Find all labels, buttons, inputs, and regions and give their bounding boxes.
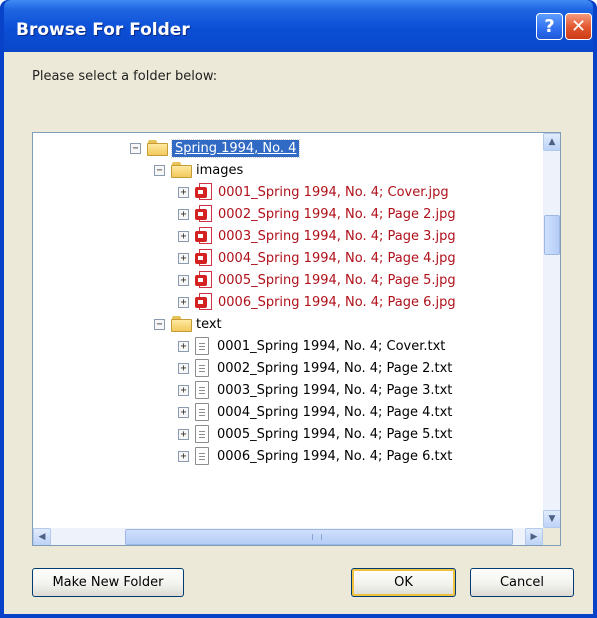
image-file-icon — [195, 293, 213, 311]
collapse-toggle-icon[interactable]: − — [130, 142, 141, 154]
vertical-scroll-thumb[interactable] — [544, 215, 560, 255]
text-file-icon — [195, 337, 209, 355]
file-label[interactable]: 0006_Spring 1994, No. 4; Page 6.txt — [217, 449, 452, 464]
file-label[interactable]: 0005_Spring 1994, No. 4; Page 5.txt — [217, 427, 452, 442]
tree-node-label-selected[interactable]: Spring 1994, No. 4 — [170, 138, 301, 158]
file-label[interactable]: 0001_Spring 1994, No. 4; Cover.txt — [217, 339, 445, 354]
image-file-item[interactable]: +0005_Spring 1994, No. 4; Page 5.jpg — [178, 269, 456, 291]
expand-toggle-icon[interactable]: + — [178, 230, 189, 242]
tree-node-folder[interactable]: − text — [154, 313, 222, 335]
instruction-text: Please select a folder below: — [32, 69, 218, 84]
title-bar[interactable]: Browse For Folder ? ✕ — [4, 0, 593, 52]
expand-toggle-icon[interactable]: + — [178, 340, 189, 352]
scroll-down-button[interactable]: ▼ — [543, 510, 560, 528]
text-file-icon — [195, 381, 209, 399]
image-file-item[interactable]: +0003_Spring 1994, No. 4; Page 3.jpg — [178, 225, 456, 247]
open-folder-icon — [147, 140, 168, 156]
expand-toggle-icon[interactable]: + — [178, 274, 189, 286]
help-button[interactable]: ? — [536, 13, 563, 40]
scroll-right-button[interactable]: ▶ — [525, 528, 543, 545]
make-new-folder-button[interactable]: Make New Folder — [32, 568, 184, 597]
file-label[interactable]: 0005_Spring 1994, No. 4; Page 5.jpg — [218, 273, 456, 288]
file-label[interactable]: 0003_Spring 1994, No. 4; Page 3.txt — [217, 383, 452, 398]
scroll-left-button[interactable]: ◀ — [33, 528, 51, 545]
text-file-item[interactable]: +0006_Spring 1994, No. 4; Page 6.txt — [178, 445, 452, 467]
horizontal-scrollbar[interactable]: ◀ ▶ — [33, 528, 543, 545]
scroll-up-button[interactable]: ▲ — [543, 133, 560, 151]
text-file-icon — [195, 425, 209, 443]
file-label[interactable]: 0002_Spring 1994, No. 4; Page 2.txt — [217, 361, 452, 376]
text-file-item[interactable]: +0001_Spring 1994, No. 4; Cover.txt — [178, 335, 445, 357]
text-file-item[interactable]: +0002_Spring 1994, No. 4; Page 2.txt — [178, 357, 452, 379]
tree-node-root[interactable]: − Spring 1994, No. 4 — [130, 137, 301, 159]
expand-toggle-icon[interactable]: + — [178, 296, 189, 308]
expand-toggle-icon[interactable]: + — [178, 450, 189, 462]
expand-toggle-icon[interactable]: + — [178, 384, 189, 396]
image-file-item[interactable]: +0006_Spring 1994, No. 4; Page 6.jpg — [178, 291, 456, 313]
expand-toggle-icon[interactable]: + — [178, 208, 189, 220]
folder-label[interactable]: images — [196, 163, 243, 178]
text-file-icon — [195, 359, 209, 377]
text-file-item[interactable]: +0003_Spring 1994, No. 4; Page 3.txt — [178, 379, 452, 401]
folder-tree: − Spring 1994, No. 4 − images +0001_Spring… — [33, 133, 543, 528]
image-file-icon — [195, 271, 213, 289]
folder-tree-view[interactable]: − Spring 1994, No. 4 − images +0001_Spring… — [32, 132, 561, 546]
text-file-item[interactable]: +0005_Spring 1994, No. 4; Page 5.txt — [178, 423, 452, 445]
tree-node-folder[interactable]: − images — [154, 159, 243, 181]
collapse-toggle-icon[interactable]: − — [154, 164, 165, 176]
text-file-icon — [195, 403, 209, 421]
cancel-button[interactable]: Cancel — [470, 568, 574, 597]
file-label[interactable]: 0004_Spring 1994, No. 4; Page 4.txt — [217, 405, 452, 420]
file-label[interactable]: 0001_Spring 1994, No. 4; Cover.jpg — [218, 185, 449, 200]
image-file-icon — [195, 249, 213, 267]
collapse-toggle-icon[interactable]: − — [154, 318, 165, 330]
open-folder-icon — [171, 162, 192, 178]
dialog-body: Please select a folder below: − Spring 1… — [4, 52, 593, 614]
expand-toggle-icon[interactable]: + — [178, 428, 189, 440]
dialog-title: Browse For Folder — [16, 20, 190, 40]
browse-for-folder-dialog: Browse For Folder ? ✕ Please select a fo… — [0, 0, 597, 618]
ok-button[interactable]: OK — [351, 568, 456, 597]
file-label[interactable]: 0006_Spring 1994, No. 4; Page 6.jpg — [218, 295, 456, 310]
file-label[interactable]: 0002_Spring 1994, No. 4; Page 2.jpg — [218, 207, 456, 222]
image-file-item[interactable]: +0004_Spring 1994, No. 4; Page 4.jpg — [178, 247, 456, 269]
vertical-scrollbar[interactable]: ▲ ▼ — [543, 133, 560, 528]
scrollbar-corner — [543, 528, 560, 545]
file-label[interactable]: 0003_Spring 1994, No. 4; Page 3.jpg — [218, 229, 456, 244]
expand-toggle-icon[interactable]: + — [178, 362, 189, 374]
open-folder-icon — [171, 316, 192, 332]
image-file-icon — [195, 183, 213, 201]
folder-label[interactable]: text — [196, 317, 222, 332]
image-file-icon — [195, 205, 213, 223]
text-file-item[interactable]: +0004_Spring 1994, No. 4; Page 4.txt — [178, 401, 452, 423]
horizontal-scroll-thumb[interactable] — [125, 529, 513, 545]
image-file-icon — [195, 227, 213, 245]
image-file-item[interactable]: +0002_Spring 1994, No. 4; Page 2.jpg — [178, 203, 456, 225]
file-label[interactable]: 0004_Spring 1994, No. 4; Page 4.jpg — [218, 251, 456, 266]
text-file-icon — [195, 447, 209, 465]
close-button[interactable]: ✕ — [565, 13, 592, 40]
expand-toggle-icon[interactable]: + — [178, 186, 189, 198]
expand-toggle-icon[interactable]: + — [178, 252, 189, 264]
expand-toggle-icon[interactable]: + — [178, 406, 189, 418]
image-file-item[interactable]: +0001_Spring 1994, No. 4; Cover.jpg — [178, 181, 449, 203]
